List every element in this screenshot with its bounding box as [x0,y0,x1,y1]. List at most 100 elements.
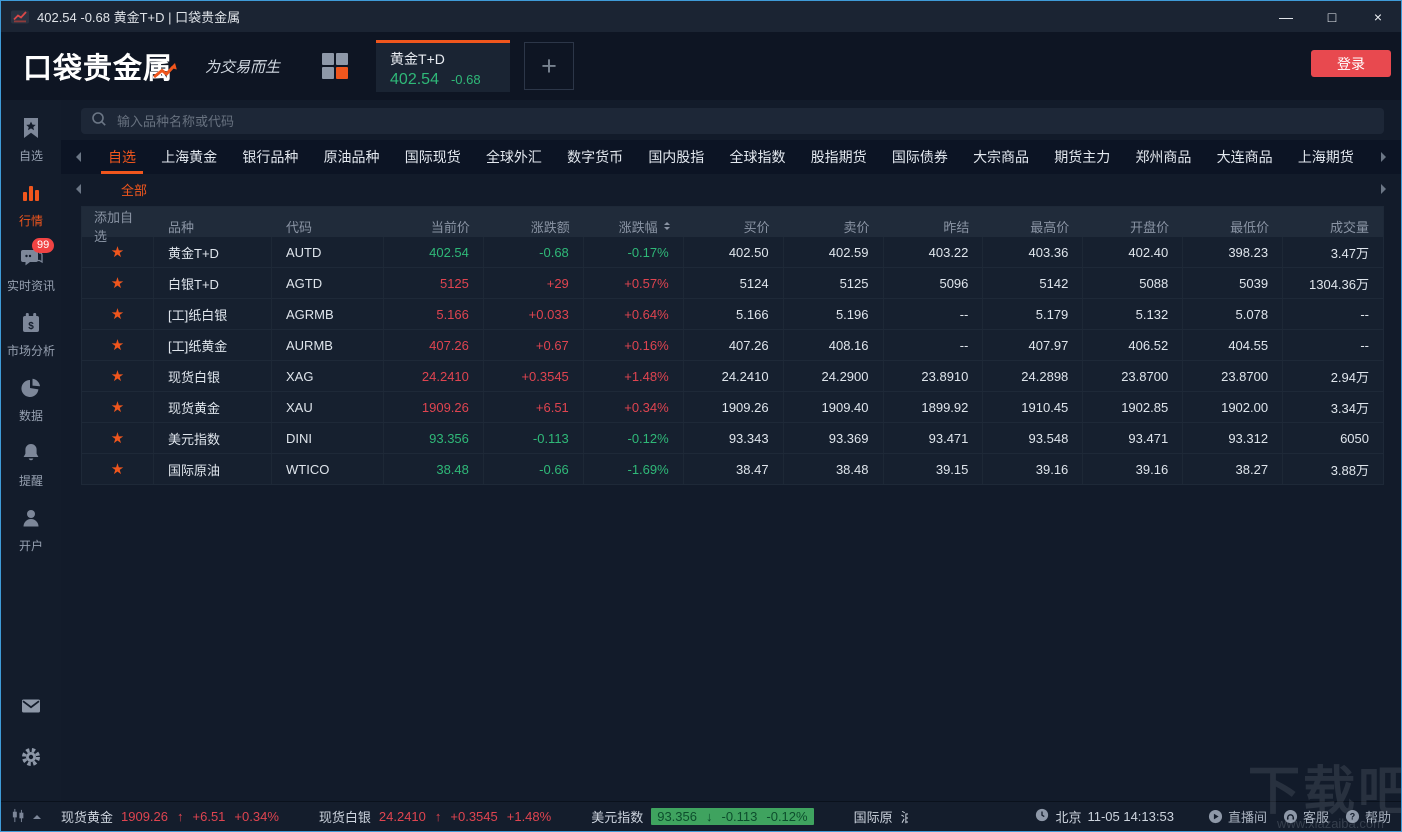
favorite-star-icon[interactable]: ★ [111,398,124,416]
sidebar-item[interactable]: 99 实时资讯 [7,246,55,294]
cell-pct: -1.69% [584,454,684,484]
market-tab[interactable]: 上海期货 [1291,140,1361,174]
subtab-scroll-right-icon[interactable] [1381,184,1391,194]
favorite-star-icon[interactable]: ★ [111,274,124,292]
cell-low: 93.312 [1183,423,1283,453]
scroll-right-icon[interactable] [1381,152,1391,162]
cell-price: 1909.26 [384,392,484,422]
cell-code: WTICO [272,454,384,484]
close-button[interactable]: × [1355,1,1401,32]
cell-open: 23.8700 [1083,361,1183,391]
market-tab[interactable]: 国内股指 [641,140,711,174]
cell-sell: 5.196 [784,299,884,329]
cell-change: +6.51 [484,392,584,422]
market-tab[interactable]: 自选 [101,140,143,174]
market-tab[interactable]: 大连商品 [1210,140,1280,174]
table-row[interactable]: ★ [工]纸黄金 AURMB 407.26 +0.67 +0.16% 407.2… [82,330,1383,361]
subtab-scroll-left-icon[interactable] [71,184,81,194]
notification-badge: 99 [32,238,54,253]
search-input[interactable] [115,113,1374,130]
cell-change: +29 [484,268,584,298]
sidebar-item[interactable]: 自选 [19,116,43,164]
ticker-item[interactable]: 现货黄金 1909.26↑+6.51+0.34% [61,807,279,826]
app-icon [11,9,29,25]
cell-change: -0.68 [484,237,584,267]
market-tab[interactable]: 全球外汇 [479,140,549,174]
tab-grid-icon[interactable] [322,53,348,79]
candlestick-icon[interactable] [11,808,26,826]
cell-buy: 1909.26 [684,392,784,422]
analysis-calendar-icon: $ [19,311,43,335]
help-icon: ? [1345,809,1360,824]
ticker-item[interactable]: 美元指数 93.356↓-0.113-0.12% [591,807,813,826]
cell-buy: 24.2410 [684,361,784,391]
sidebar-item[interactable]: 开户 [19,506,43,554]
table-row[interactable]: ★ 现货白银 XAG 24.2410 +0.3545 +1.48% 24.241… [82,361,1383,392]
cell-pct: +0.64% [584,299,684,329]
table-row[interactable]: ★ 黄金T+D AUTD 402.54 -0.68 -0.17% 402.50 … [82,237,1383,268]
login-button[interactable]: 登录 [1311,50,1391,77]
market-tab[interactable]: 股指期货 [804,140,874,174]
add-tab-button[interactable]: + [524,42,574,90]
market-tab[interactable]: 郑州商品 [1128,140,1198,174]
sidebar-item[interactable]: 行情 [19,181,43,229]
window-title: 402.54 -0.68 黄金T+D | 口袋贵金属 [37,7,240,26]
sidebar-item[interactable]: 提醒 [19,441,43,489]
scroll-left-icon[interactable] [71,152,81,162]
cell-name: 白银T+D [154,268,272,298]
statusbar-link[interactable]: ? 帮助 [1345,807,1391,826]
market-tab[interactable]: 大宗商品 [966,140,1036,174]
trend-arrow-icon: ↓ [706,809,713,824]
favorite-star-icon[interactable]: ★ [111,243,124,261]
table-row[interactable]: ★ 现货黄金 XAU 1909.26 +6.51 +0.34% 1909.26 … [82,392,1383,423]
cell-prev-settle: 1899.92 [884,392,984,422]
market-tab[interactable]: 国际现货 [398,140,468,174]
sort-icon[interactable] [664,219,670,233]
mail-icon[interactable] [19,694,43,718]
table-row[interactable]: ★ [工]纸白银 AGRMB 5.166 +0.033 +0.64% 5.166… [82,299,1383,330]
table-row[interactable]: ★ 白银T+D AGTD 5125 +29 +0.57% 5124 5125 5… [82,268,1383,299]
cell-pct: -0.12% [584,423,684,453]
cell-low: 398.23 [1183,237,1283,267]
sidebar-item[interactable]: $ 市场分析 [7,311,55,359]
clock: 北京 11-05 14:13:53 [1035,807,1174,826]
cell-change: -0.66 [484,454,584,484]
market-tab[interactable]: 全球指数 [723,140,793,174]
market-tab[interactable]: 银行品种 [235,140,305,174]
statusbar-link[interactable]: 客服 [1283,807,1329,826]
market-tab[interactable]: 国际债券 [885,140,955,174]
minimize-button[interactable]: — [1263,1,1309,32]
cell-code: AUTD [272,237,384,267]
market-tab[interactable]: 上海黄金 [154,140,224,174]
market-tab[interactable]: 期货主力 [1047,140,1117,174]
search-box[interactable] [81,108,1384,134]
cell-open: 93.471 [1083,423,1183,453]
header: 口袋贵金属 为交易而生 黄金T+D 402.54 -0.68 + 登录 [1,32,1401,100]
expand-ticker-icon[interactable] [33,811,41,819]
favorite-star-icon[interactable]: ★ [111,429,124,447]
table-row[interactable]: ★ 国际原油 WTICO 38.48 -0.66 -1.69% 38.47 38… [82,454,1383,485]
favorite-star-icon[interactable]: ★ [111,460,124,478]
market-tab[interactable]: 原油品种 [317,140,387,174]
cell-buy: 5124 [684,268,784,298]
cell-buy: 402.50 [684,237,784,267]
maximize-button[interactable]: □ [1309,1,1355,32]
subtab-all[interactable]: 全部 [121,180,147,199]
table-row[interactable]: ★ 美元指数 DINI 93.356 -0.113 -0.12% 93.343 … [82,423,1383,454]
instrument-tab[interactable]: 黄金T+D 402.54 -0.68 [376,40,510,92]
cell-open: 406.52 [1083,330,1183,360]
cell-prev-settle: 93.471 [884,423,984,453]
alert-bell-icon [19,441,43,465]
favorite-star-icon[interactable]: ★ [111,367,124,385]
settings-gear-icon[interactable] [19,745,43,769]
cell-name: [工]纸白银 [154,299,272,329]
ticker-item[interactable]: 国际原油 [854,807,908,826]
ticker-item[interactable]: 现货白银 24.2410↑+0.3545+1.48% [319,807,551,826]
cell-name: 黄金T+D [154,237,272,267]
favorite-star-icon[interactable]: ★ [111,336,124,354]
favorite-star-icon[interactable]: ★ [111,305,124,323]
market-tab[interactable]: 数字货币 [560,140,630,174]
table-header-row: 添加自选 品种 代码 [82,207,1383,237]
statusbar-link[interactable]: 直播间 [1208,807,1267,826]
sidebar-item[interactable]: 数据 [19,376,43,424]
